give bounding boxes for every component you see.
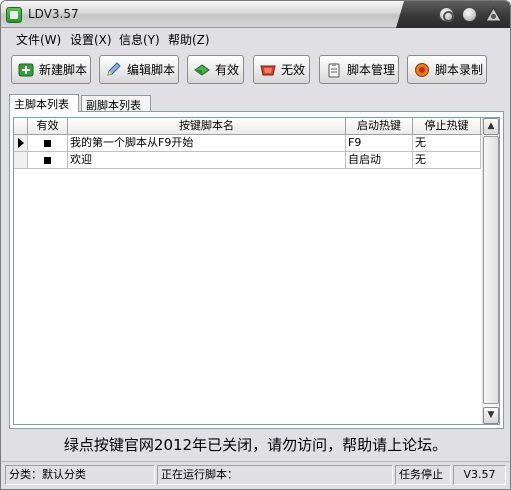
header-indicator bbox=[14, 118, 28, 135]
scroll-thumb[interactable] bbox=[483, 136, 499, 404]
toolbar: 新建脚本 编辑脚本 有效 无效 脚本管理 脚本录制 bbox=[1, 50, 510, 90]
table-row-start-hotkey[interactable]: 自启动 bbox=[346, 152, 413, 169]
menu-settings[interactable]: 设置(X) bbox=[70, 31, 112, 48]
close-button[interactable] bbox=[485, 7, 502, 22]
header-stop-hotkey[interactable]: 停止热键 bbox=[413, 118, 481, 135]
title-bar[interactable]: LDV3.57 bbox=[1, 1, 510, 28]
table-row-enabled-checkbox[interactable] bbox=[28, 135, 68, 152]
manage-script-button[interactable]: 脚本管理 bbox=[319, 55, 399, 84]
menu-file[interactable]: 文件(W) bbox=[16, 31, 61, 48]
table-header: 有效 按键脚本名 启动热键 停止热键 bbox=[14, 118, 484, 135]
menu-bar: 文件(W) 设置(X) 信息(Y) 帮助(Z) bbox=[1, 29, 510, 47]
header-script-name[interactable]: 按键脚本名 bbox=[68, 118, 346, 135]
tab-sub-scripts[interactable]: 副脚本列表 bbox=[81, 95, 151, 112]
manage-script-label: 脚本管理 bbox=[347, 63, 396, 77]
checked-square-icon bbox=[44, 157, 51, 164]
header-start-hotkey[interactable]: 启动热键 bbox=[346, 118, 413, 135]
status-category: 分类：默认分类 bbox=[5, 465, 155, 485]
record-script-button[interactable]: 脚本录制 bbox=[407, 55, 487, 84]
edit-script-button[interactable]: 编辑脚本 bbox=[99, 55, 179, 84]
clipboard-icon bbox=[328, 62, 340, 77]
table-row-stop-hotkey[interactable]: 无 bbox=[413, 152, 481, 169]
menu-info[interactable]: 信息(Y) bbox=[119, 31, 160, 48]
record-script-label: 脚本录制 bbox=[435, 63, 484, 77]
table-row-name[interactable]: 我的第一个脚本从F9开始 bbox=[68, 135, 346, 152]
disable-label: 无效 bbox=[281, 63, 306, 77]
status-version: V3.57 bbox=[453, 465, 506, 485]
app-window: LDV3.57 文件(W) 设置(X) 信息(Y) 帮助(Z) 新建脚本 编辑脚… bbox=[0, 0, 511, 490]
green-gem-icon bbox=[194, 63, 210, 76]
scroll-up-button[interactable]: ▲ bbox=[483, 118, 499, 135]
record-icon bbox=[415, 62, 429, 77]
script-table: 有效 按键脚本名 启动热键 停止热键 我的第一个脚本从F9开始 F9 无 欢迎 … bbox=[13, 117, 500, 425]
table-row-name[interactable]: 欢迎 bbox=[68, 152, 346, 169]
edit-script-label: 编辑脚本 bbox=[127, 63, 176, 77]
table-row-stop-hotkey[interactable]: 无 bbox=[413, 135, 481, 152]
checked-square-icon bbox=[44, 140, 51, 147]
red-gem-icon bbox=[260, 65, 276, 75]
close-icon bbox=[485, 7, 502, 22]
status-running-script: 正在运行脚本： bbox=[157, 465, 393, 485]
minimize-button[interactable] bbox=[439, 7, 454, 22]
new-script-label: 新建脚本 bbox=[39, 63, 88, 77]
disable-button[interactable]: 无效 bbox=[253, 55, 310, 84]
plus-icon bbox=[18, 63, 34, 76]
enable-label: 有效 bbox=[215, 63, 240, 77]
table-row-enabled-checkbox[interactable] bbox=[28, 152, 68, 169]
vertical-scrollbar[interactable]: ▲ ▼ bbox=[482, 118, 499, 424]
window-title: LDV3.57 bbox=[28, 7, 79, 21]
scroll-down-button[interactable]: ▼ bbox=[483, 407, 499, 424]
header-enabled[interactable]: 有效 bbox=[28, 118, 68, 135]
enable-button[interactable]: 有效 bbox=[187, 55, 244, 84]
row-indicator bbox=[14, 152, 28, 169]
status-task-state: 任务停止 bbox=[395, 465, 451, 485]
pencil-icon bbox=[107, 61, 121, 76]
tab-main-scripts[interactable]: 主脚本列表 bbox=[9, 94, 79, 112]
menu-help[interactable]: 帮助(Z) bbox=[168, 31, 210, 48]
status-bar: 分类：默认分类 正在运行脚本： 任务停止 V3.57 bbox=[1, 461, 510, 489]
current-row-arrow-icon bbox=[18, 138, 24, 148]
notice-text: 绿点按键官网2012年已关闭，请勿访问，帮助请上论坛。 bbox=[63, 436, 448, 454]
new-script-button[interactable]: 新建脚本 bbox=[11, 55, 91, 84]
maximize-button[interactable] bbox=[462, 7, 477, 22]
app-icon[interactable] bbox=[6, 7, 22, 23]
tab-panel: 有效 按键脚本名 启动热键 停止热键 我的第一个脚本从F9开始 F9 无 欢迎 … bbox=[9, 111, 504, 429]
row-indicator-current bbox=[14, 135, 28, 152]
table-row-start-hotkey[interactable]: F9 bbox=[346, 135, 413, 152]
